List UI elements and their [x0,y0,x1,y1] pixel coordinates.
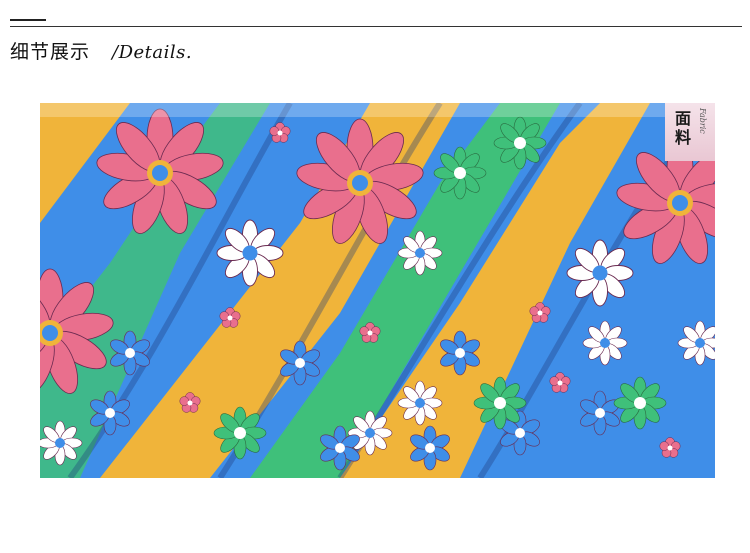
fabric-detail-photo: 面料 Fabric [40,103,715,478]
badge-script: Fabric [698,108,707,134]
section-heading: 细节展示 /Details. [10,37,192,64]
fabric-badge: 面料 Fabric [665,103,715,161]
heading-en: /Details. [112,42,193,63]
badge-label: 面料 [675,109,692,147]
header-accent-line [10,19,46,21]
heading-cn: 细节展示 [10,41,91,63]
header-divider [10,26,742,27]
